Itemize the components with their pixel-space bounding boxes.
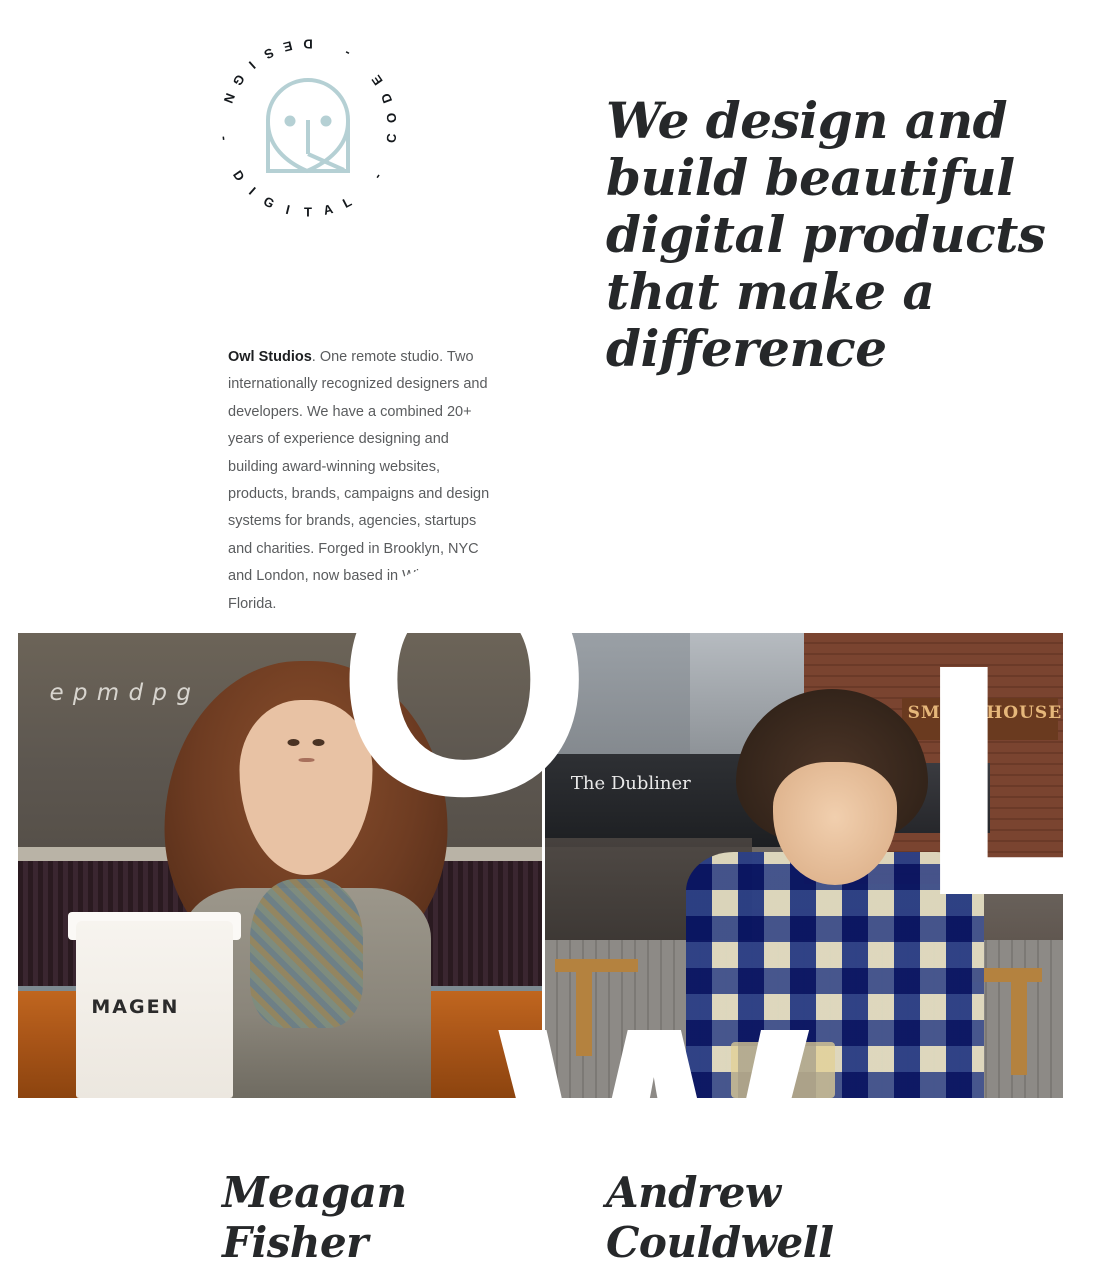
photo-meagan[interactable]: e p m d p g de cafè del m xyxy=(18,633,542,1098)
eye-left xyxy=(287,738,300,746)
photo-andrew[interactable]: SMOKEHOUSE The Dubliner xyxy=(545,633,1063,1098)
intro-paragraph: Owl Studios. One remote studio. Two inte… xyxy=(228,344,490,618)
person-last-name: Couldwell xyxy=(606,1218,834,1267)
person-name-andrew[interactable]: Andrew Couldwell xyxy=(606,1168,834,1268)
person-first-name: Meagan xyxy=(222,1168,407,1217)
page-root: DESIGN-DIGITAL-CODE- We design and build… xyxy=(0,0,1100,1285)
intro-lead: Owl Studios xyxy=(228,349,312,365)
person-name-meagan[interactable]: Meagan Fisher xyxy=(222,1168,407,1268)
intro-body: . One remote studio. Two internationally… xyxy=(228,349,490,612)
drinking-glass xyxy=(731,1042,836,1098)
site-logo[interactable]: DESIGN-DIGITAL-CODE- xyxy=(208,28,408,228)
mouth xyxy=(298,757,315,763)
tent-sign-text: The Dubliner xyxy=(570,772,691,794)
scarf xyxy=(249,879,363,1029)
person-first-name: Andrew xyxy=(606,1168,781,1217)
chair-2 xyxy=(576,972,592,1057)
chair-4 xyxy=(1011,981,1027,1075)
person-andrew xyxy=(680,688,991,1098)
eye-right xyxy=(312,738,325,746)
owl-icon xyxy=(266,78,350,174)
cafe-scene: e p m d p g de cafè del m xyxy=(18,633,542,1098)
street-scene: SMOKEHOUSE The Dubliner xyxy=(545,633,1063,1098)
team-photo-band: e p m d p g de cafè del m xyxy=(18,633,1063,1098)
page-title: We design and build beautiful digital pr… xyxy=(606,91,1046,378)
person-last-name: Fisher xyxy=(222,1218,368,1267)
chair-1 xyxy=(555,958,639,973)
coffee-cup-label: MAGEN xyxy=(91,995,180,1018)
